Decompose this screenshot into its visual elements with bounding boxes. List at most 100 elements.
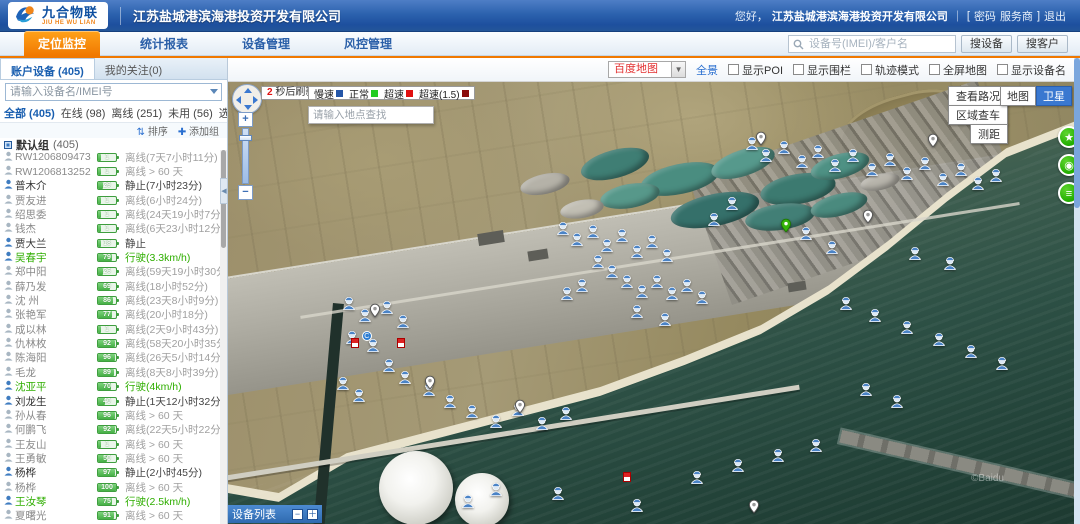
device-marker[interactable]: [631, 497, 644, 512]
device-marker[interactable]: [944, 255, 957, 270]
device-marker[interactable]: [535, 415, 548, 430]
device-marker[interactable]: [353, 387, 366, 402]
checkbox-icon[interactable]: [793, 64, 804, 75]
place-search-input[interactable]: [313, 107, 431, 123]
device-marker[interactable]: [462, 493, 475, 508]
device-marker[interactable]: [919, 155, 932, 170]
checkbox-icon[interactable]: [728, 64, 739, 75]
filter-2[interactable]: 离线 (251): [111, 105, 162, 121]
device-row[interactable]: 贾友进 1 离线(6小时24分): [0, 193, 220, 207]
device-marker[interactable]: [901, 319, 914, 334]
filter-3[interactable]: 未用 (56): [168, 105, 213, 121]
nav-tab-1[interactable]: 统计报表: [126, 31, 202, 56]
device-marker[interactable]: [908, 245, 921, 260]
map-type-satellite[interactable]: 卫星: [1036, 86, 1072, 106]
device-search-input[interactable]: [10, 84, 200, 100]
device-marker[interactable]: [382, 357, 395, 372]
pan-right-icon[interactable]: [253, 96, 258, 104]
device-marker[interactable]: [883, 151, 896, 166]
provider-link[interactable]: 服务商: [1000, 8, 1033, 24]
device-marker[interactable]: [809, 437, 822, 452]
device-marker[interactable]: [490, 413, 503, 428]
filter-1[interactable]: 在线 (98): [61, 105, 106, 121]
zoom-slider-handle[interactable]: [239, 135, 252, 141]
device-marker[interactable]: [996, 355, 1009, 370]
map-provider-dropdown[interactable]: 百度地图 ▼: [608, 61, 686, 78]
device-row[interactable]: 王友山 1 离线 > 60 天: [0, 437, 220, 451]
device-marker[interactable]: [732, 457, 745, 472]
traffic-button[interactable]: 查看路况: [948, 86, 1008, 106]
device-marker[interactable]: [839, 295, 852, 310]
device-marker[interactable]: [869, 307, 882, 322]
device-row[interactable]: RW1206809473 1 离线(7天7小时11分): [0, 150, 220, 164]
device-row[interactable]: 成以林 1 离线(2天9小时43分): [0, 322, 220, 336]
nav-tab-3[interactable]: 风控管理: [330, 31, 406, 56]
pan-left-icon[interactable]: [236, 96, 241, 104]
device-marker[interactable]: [891, 393, 904, 408]
device-marker[interactable]: [847, 147, 860, 162]
device-marker[interactable]: [631, 303, 644, 318]
sidebar-tab-0[interactable]: 账户设备 (405): [0, 58, 95, 79]
device-marker[interactable]: [658, 311, 671, 326]
device-row[interactable]: 杨桦 100 离线 > 60 天: [0, 480, 220, 494]
checkbox-0[interactable]: 显示POI: [728, 62, 783, 78]
list-tool-button[interactable]: ≡: [1058, 182, 1074, 204]
device-marker[interactable]: [601, 237, 614, 252]
device-marker[interactable]: [631, 243, 644, 258]
location-pin-green[interactable]: [781, 218, 792, 233]
checkbox-3[interactable]: 全屏地图: [929, 62, 987, 78]
password-link[interactable]: 密码: [974, 8, 996, 24]
device-row[interactable]: 普木介 29 静止(7小时23分): [0, 179, 220, 193]
device-row[interactable]: 夏曙光 91 离线 > 60 天: [0, 509, 220, 523]
sidebar-tab-1[interactable]: 我的关注(0): [95, 58, 172, 79]
device-row[interactable]: 吴春宇 79 行驶(3.3km/h): [0, 250, 220, 264]
device-marker[interactable]: [551, 485, 564, 500]
device-marker[interactable]: [826, 239, 839, 254]
device-marker[interactable]: [972, 175, 985, 190]
device-marker[interactable]: [859, 381, 872, 396]
device-marker[interactable]: [381, 299, 394, 314]
sidebar-collapse-handle[interactable]: ◀: [220, 178, 227, 204]
dropdown-arrow-icon[interactable]: ▼: [671, 62, 685, 77]
device-row[interactable]: 沈 州 86 离线(23天8小时9分): [0, 293, 220, 307]
zoom-out-button[interactable]: −: [238, 185, 253, 200]
device-marker[interactable]: [954, 161, 967, 176]
device-marker[interactable]: [645, 233, 658, 248]
sort-button[interactable]: ⇅ 排序: [137, 123, 168, 138]
device-marker[interactable]: [586, 223, 599, 238]
search-customer-button[interactable]: 搜客户: [1017, 35, 1068, 53]
device-marker[interactable]: [760, 147, 773, 162]
device-marker[interactable]: [650, 273, 663, 288]
device-row[interactable]: 杨桦 97 静止(2小时45分): [0, 466, 220, 480]
device-marker[interactable]: [799, 225, 812, 240]
region-search-button[interactable]: 区域查车: [948, 105, 1008, 125]
location-pin[interactable]: [755, 131, 766, 146]
device-marker[interactable]: [616, 227, 629, 242]
device-marker[interactable]: [561, 285, 574, 300]
device-marker[interactable]: [990, 167, 1003, 182]
device-marker[interactable]: [557, 220, 570, 235]
device-row[interactable]: RW1206813252 1 离线 > 60 天: [0, 164, 220, 178]
pan-down-icon[interactable]: [244, 105, 252, 110]
warning-sign-marker[interactable]: [623, 472, 631, 482]
search-device-button[interactable]: 搜设备: [961, 35, 1012, 53]
chevron-down-icon[interactable]: [210, 89, 218, 94]
map-pan-control[interactable]: [232, 84, 262, 114]
checkbox-icon[interactable]: [997, 64, 1008, 75]
favorite-star-button[interactable]: ★: [1058, 126, 1074, 148]
device-marker[interactable]: [666, 285, 679, 300]
device-row[interactable]: 钱杰 1 离线(6天23小时12分): [0, 222, 220, 236]
device-marker[interactable]: [661, 247, 674, 262]
minimize-button[interactable]: −: [292, 509, 303, 520]
filter-0[interactable]: 全部 (405): [4, 105, 55, 121]
device-marker[interactable]: [865, 161, 878, 176]
add-group-button[interactable]: ✚ 添加组: [178, 123, 219, 138]
device-marker[interactable]: [795, 153, 808, 168]
device-marker[interactable]: [397, 313, 410, 328]
device-row[interactable]: 王汝琴 75 行驶(2.5km/h): [0, 494, 220, 508]
checkbox-icon[interactable]: [929, 64, 940, 75]
device-row[interactable]: 郑中阳 26 离线(59天19小时30分): [0, 265, 220, 279]
zoom-slider-track[interactable]: [242, 128, 249, 184]
nav-tab-0[interactable]: 定位监控: [24, 31, 100, 56]
device-marker[interactable]: [635, 283, 648, 298]
